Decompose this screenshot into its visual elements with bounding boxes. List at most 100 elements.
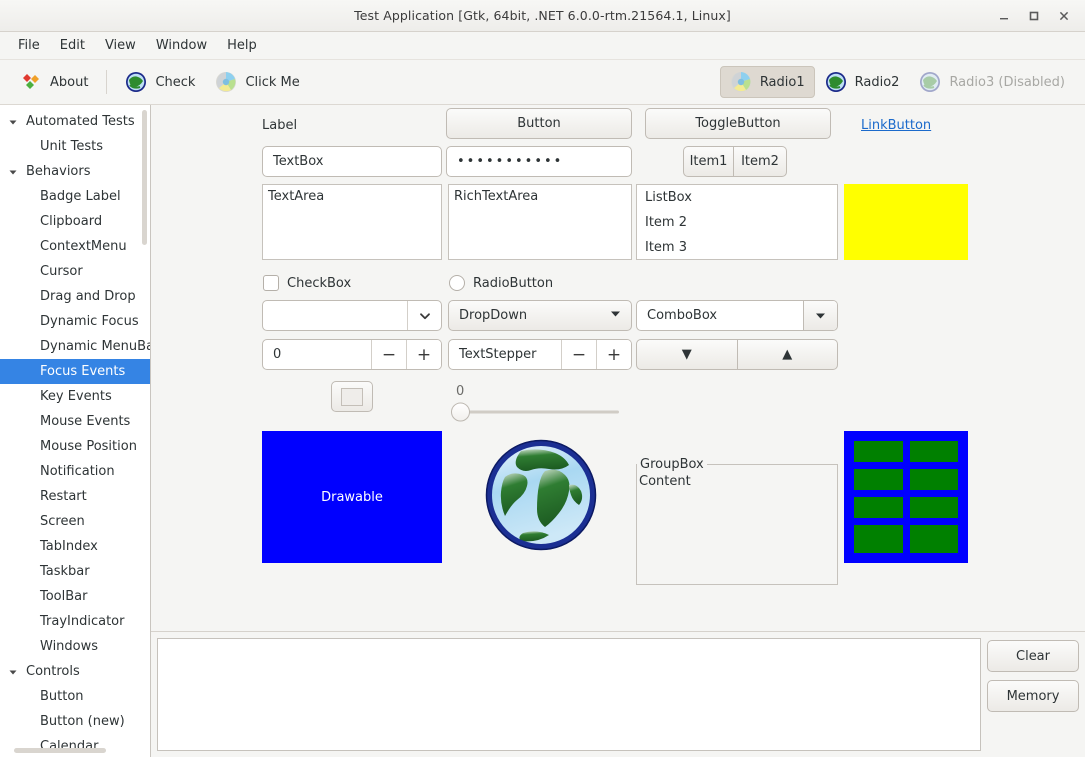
text-stepper[interactable]: TextStepper − +: [448, 339, 632, 370]
chevron-down-icon[interactable]: [6, 665, 20, 679]
sidebar-item-drag-and-drop[interactable]: Drag and Drop: [0, 284, 150, 309]
caret-down-icon[interactable]: [803, 301, 837, 330]
toggle-button[interactable]: ToggleButton: [645, 108, 831, 139]
sidebar-item-controls[interactable]: Controls: [0, 659, 150, 684]
chevron-down-icon[interactable]: [407, 301, 441, 330]
sidebar-item-cursor[interactable]: Cursor: [0, 259, 150, 284]
link-button[interactable]: LinkButton: [861, 118, 931, 133]
toolbar-radio1[interactable]: Radio1: [719, 66, 815, 98]
stepper-increment-button[interactable]: +: [406, 340, 441, 369]
toolbar-clickme-button[interactable]: Click Me: [205, 66, 309, 98]
sidebar-item-windows[interactable]: Windows: [0, 634, 150, 659]
globe-icon: [919, 71, 941, 93]
editable-combobox-value: [263, 301, 407, 330]
maximize-icon[interactable]: [1019, 3, 1049, 29]
sidebar-horizontal-scrollbar[interactable]: [14, 748, 106, 753]
sidebar-item-toolbar[interactable]: ToolBar: [0, 584, 150, 609]
sidebar-item-button[interactable]: Button: [0, 684, 150, 709]
sidebar-vertical-scrollbar[interactable]: [142, 110, 147, 245]
menu-item-edit[interactable]: Edit: [50, 34, 95, 57]
arrow-down-button[interactable]: ▼: [636, 339, 738, 370]
sidebar-item-mouse-position[interactable]: Mouse Position: [0, 434, 150, 459]
sidebar-item-dynamic-menubar[interactable]: Dynamic MenuBa: [0, 334, 150, 359]
toolbar-separator: [106, 70, 108, 94]
grid-cell: [909, 468, 958, 490]
sidebar-item-badge-label[interactable]: Badge Label: [0, 184, 150, 209]
password-box[interactable]: •••••••••••: [446, 146, 632, 177]
controls-canvas: Label Button ToggleButton LinkButton Tex…: [151, 105, 1085, 632]
segment-item2[interactable]: Item2: [734, 146, 787, 177]
application-window: Test Application [Gtk, 64bit, .NET 6.0.0…: [0, 0, 1085, 757]
log-output[interactable]: [157, 638, 981, 751]
sidebar-item-restart[interactable]: Restart: [0, 484, 150, 509]
checkbox-icon[interactable]: [263, 275, 279, 291]
menu-item-file[interactable]: File: [8, 34, 50, 57]
menu-item-view[interactable]: View: [95, 34, 146, 57]
stepper-decrement-button[interactable]: −: [371, 340, 406, 369]
drawable-canvas[interactable]: Drawable: [262, 431, 442, 563]
textbox[interactable]: TextBox: [262, 146, 442, 177]
text-stepper-increment-button[interactable]: +: [596, 340, 631, 369]
body-split: Automated Tests Unit Tests Behaviors Bad…: [0, 105, 1085, 757]
radiobutton-row[interactable]: RadioButton: [449, 275, 553, 291]
toolbar-check-button[interactable]: Check: [115, 66, 205, 98]
rich-text-area[interactable]: RichTextArea: [448, 184, 632, 260]
chevron-down-icon[interactable]: [6, 115, 20, 129]
sidebar-item-button-new[interactable]: Button (new): [0, 709, 150, 734]
slider[interactable]: [451, 401, 619, 423]
combobox[interactable]: ComboBox: [636, 300, 838, 331]
arrow-button-pair[interactable]: ▼ ▲: [636, 339, 838, 370]
button[interactable]: Button: [446, 108, 632, 139]
sidebar-item-focus-events[interactable]: Focus Events: [0, 359, 150, 384]
sidebar-item-dynamic-focus[interactable]: Dynamic Focus: [0, 309, 150, 334]
memory-button[interactable]: Memory: [987, 680, 1079, 712]
sidebar-item-key-events[interactable]: Key Events: [0, 384, 150, 409]
list-box[interactable]: ListBox Item 2 Item 3: [636, 184, 838, 260]
sidebar-item-automated-tests[interactable]: Automated Tests: [0, 109, 150, 134]
slider-value-label: 0: [456, 384, 465, 399]
sidebar-item-label: TabIndex: [40, 539, 98, 554]
sidebar-item-behaviors[interactable]: Behaviors: [0, 159, 150, 184]
chevron-down-icon[interactable]: [6, 165, 20, 179]
sidebar-item-clipboard[interactable]: Clipboard: [0, 209, 150, 234]
toolbar-radio2[interactable]: Radio2: [815, 66, 910, 98]
sidebar-item-unit-tests[interactable]: Unit Tests: [0, 134, 150, 159]
sidebar-item-label: Button (new): [40, 714, 125, 729]
title-bar: Test Application [Gtk, 64bit, .NET 6.0.0…: [0, 0, 1085, 32]
dropdown-value: DropDown: [459, 308, 528, 323]
menu-item-help[interactable]: Help: [217, 34, 267, 57]
sidebar-item-notification[interactable]: Notification: [0, 459, 150, 484]
numeric-stepper[interactable]: 0 − +: [262, 339, 442, 370]
segment-item1[interactable]: Item1: [683, 146, 734, 177]
sidebar-item-label: Mouse Events: [40, 414, 131, 429]
grid-cell: [854, 524, 903, 553]
checkbox-row[interactable]: CheckBox: [263, 275, 351, 291]
list-item[interactable]: ListBox: [637, 185, 837, 210]
sidebar-item-label: Button: [40, 689, 84, 704]
clear-button[interactable]: Clear: [987, 640, 1079, 672]
arrow-up-button[interactable]: ▲: [737, 339, 838, 370]
list-item[interactable]: Item 2: [637, 210, 837, 235]
text-area[interactable]: TextArea: [262, 184, 442, 260]
radio-icon[interactable]: [449, 275, 465, 291]
text-stepper-decrement-button[interactable]: −: [561, 340, 596, 369]
sidebar-item-trayindicator[interactable]: TrayIndicator: [0, 609, 150, 634]
menu-item-window[interactable]: Window: [146, 34, 217, 57]
minimize-icon[interactable]: [989, 3, 1019, 29]
sidebar-item-taskbar[interactable]: Taskbar: [0, 559, 150, 584]
editable-combobox[interactable]: [262, 300, 442, 331]
dropdown[interactable]: DropDown: [448, 300, 632, 331]
image-button[interactable]: [331, 381, 373, 412]
log-buttons: Clear Memory: [987, 638, 1079, 751]
slider-thumb[interactable]: [451, 402, 470, 422]
sidebar-item-tabindex[interactable]: TabIndex: [0, 534, 150, 559]
toolbar-about-button[interactable]: About: [10, 66, 98, 98]
sidebar-item-mouse-events[interactable]: Mouse Events: [0, 409, 150, 434]
sidebar-item-calendar[interactable]: Calendar: [0, 734, 150, 757]
sidebar-item-screen[interactable]: Screen: [0, 509, 150, 534]
sidebar-tree[interactable]: Automated Tests Unit Tests Behaviors Bad…: [0, 105, 151, 757]
sidebar-item-contextmenu[interactable]: ContextMenu: [0, 234, 150, 259]
list-item[interactable]: Item 3: [637, 235, 837, 259]
close-icon[interactable]: [1049, 3, 1079, 29]
segmented-control[interactable]: Item1 Item2: [683, 146, 787, 177]
